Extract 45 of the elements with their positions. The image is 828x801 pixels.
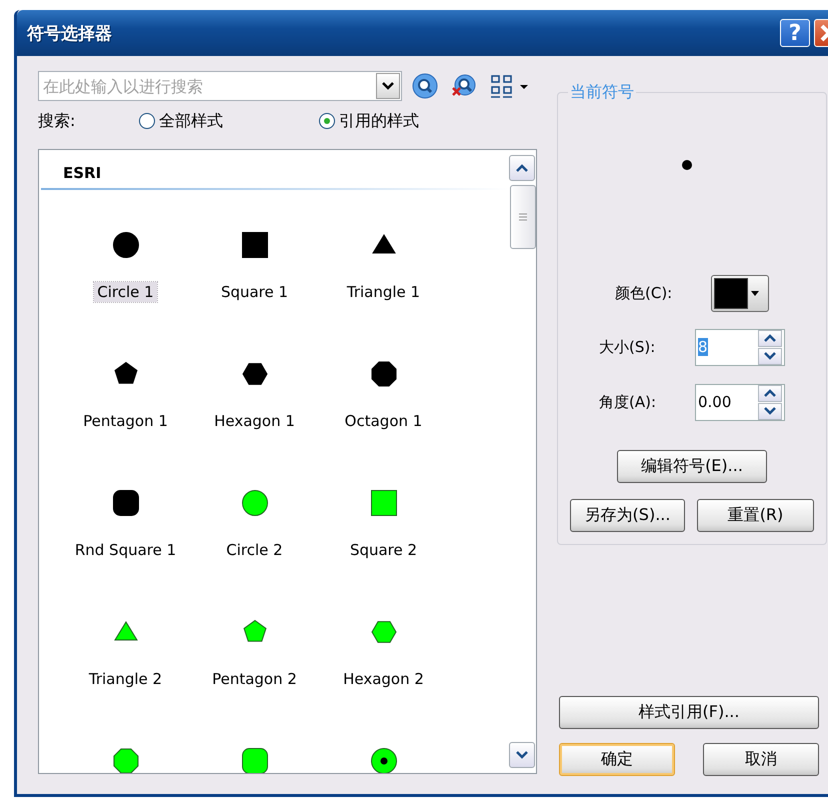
scope-radio[interactable]: 全部样式 [139, 110, 319, 132]
search-button[interactable] [410, 73, 440, 99]
scope-radio[interactable]: 引用的样式 [319, 110, 479, 132]
spin-up-button[interactable] [758, 384, 782, 402]
color-picker[interactable] [711, 274, 769, 312]
size-label: 大小(S): [599, 338, 656, 356]
search-scope-label: 搜索: [38, 110, 76, 132]
symbol-label[interactable]: Pentagon 1 [80, 411, 171, 431]
symbol-label[interactable]: Hexagon 2 [340, 669, 427, 689]
spin-up-button[interactable] [758, 330, 782, 346]
symbol-label[interactable]: Square 2 [346, 540, 420, 560]
symbol-label[interactable]: Circle 2 [223, 540, 286, 560]
scroll-thumb[interactable] [510, 185, 536, 249]
symbol-label[interactable]: Circle 1 [94, 282, 157, 302]
group-header: ESRI [63, 164, 102, 182]
save-as-button[interactable]: 另存为(S)... [570, 499, 685, 532]
spin-down-button[interactable] [758, 348, 782, 364]
symbol-label[interactable]: Rnd Square 1 [72, 540, 180, 560]
dialog-button[interactable]: 取消 [703, 743, 819, 776]
symbol-label[interactable]: Square 1 [218, 282, 292, 302]
panel-legend: 当前符号 [568, 82, 636, 103]
color-label: 颜色(C): [615, 284, 674, 302]
style-references-button[interactable]: 样式引用(F)... [559, 696, 819, 729]
reset-button[interactable]: 重置(R) [697, 499, 814, 532]
search-input[interactable]: 在此处输入以进行搜索 [39, 76, 376, 96]
symbol-label[interactable]: Pentagon 2 [209, 669, 300, 689]
radio-button[interactable] [319, 113, 335, 129]
scroll-down-button[interactable] [509, 742, 535, 768]
edit-symbol-button[interactable]: 编辑符号(E)... [617, 450, 767, 483]
dialog-button[interactable]: 确定 [559, 743, 675, 776]
caret-icon [751, 290, 759, 296]
radio-button[interactable] [139, 113, 155, 129]
scroll-up-button[interactable] [509, 155, 535, 181]
symbol-label[interactable]: Hexagon 1 [211, 411, 298, 431]
symbol-label[interactable]: Triangle 2 [86, 669, 166, 689]
dropdown-button[interactable] [376, 73, 400, 99]
window-title: 符号选择器 [27, 22, 113, 44]
help-button[interactable]: ? [780, 19, 810, 47]
angle-field[interactable]: 0.00 [695, 384, 785, 420]
spin-down-button[interactable] [758, 402, 782, 420]
symbol-label[interactable]: Triangle 1 [344, 282, 424, 302]
angle-label: 角度(A): [599, 392, 658, 412]
search-field[interactable]: 在此处输入以进行搜索 [38, 71, 402, 101]
symbol-label[interactable]: Octagon 1 [342, 411, 426, 431]
chevron-down-icon [382, 82, 394, 90]
